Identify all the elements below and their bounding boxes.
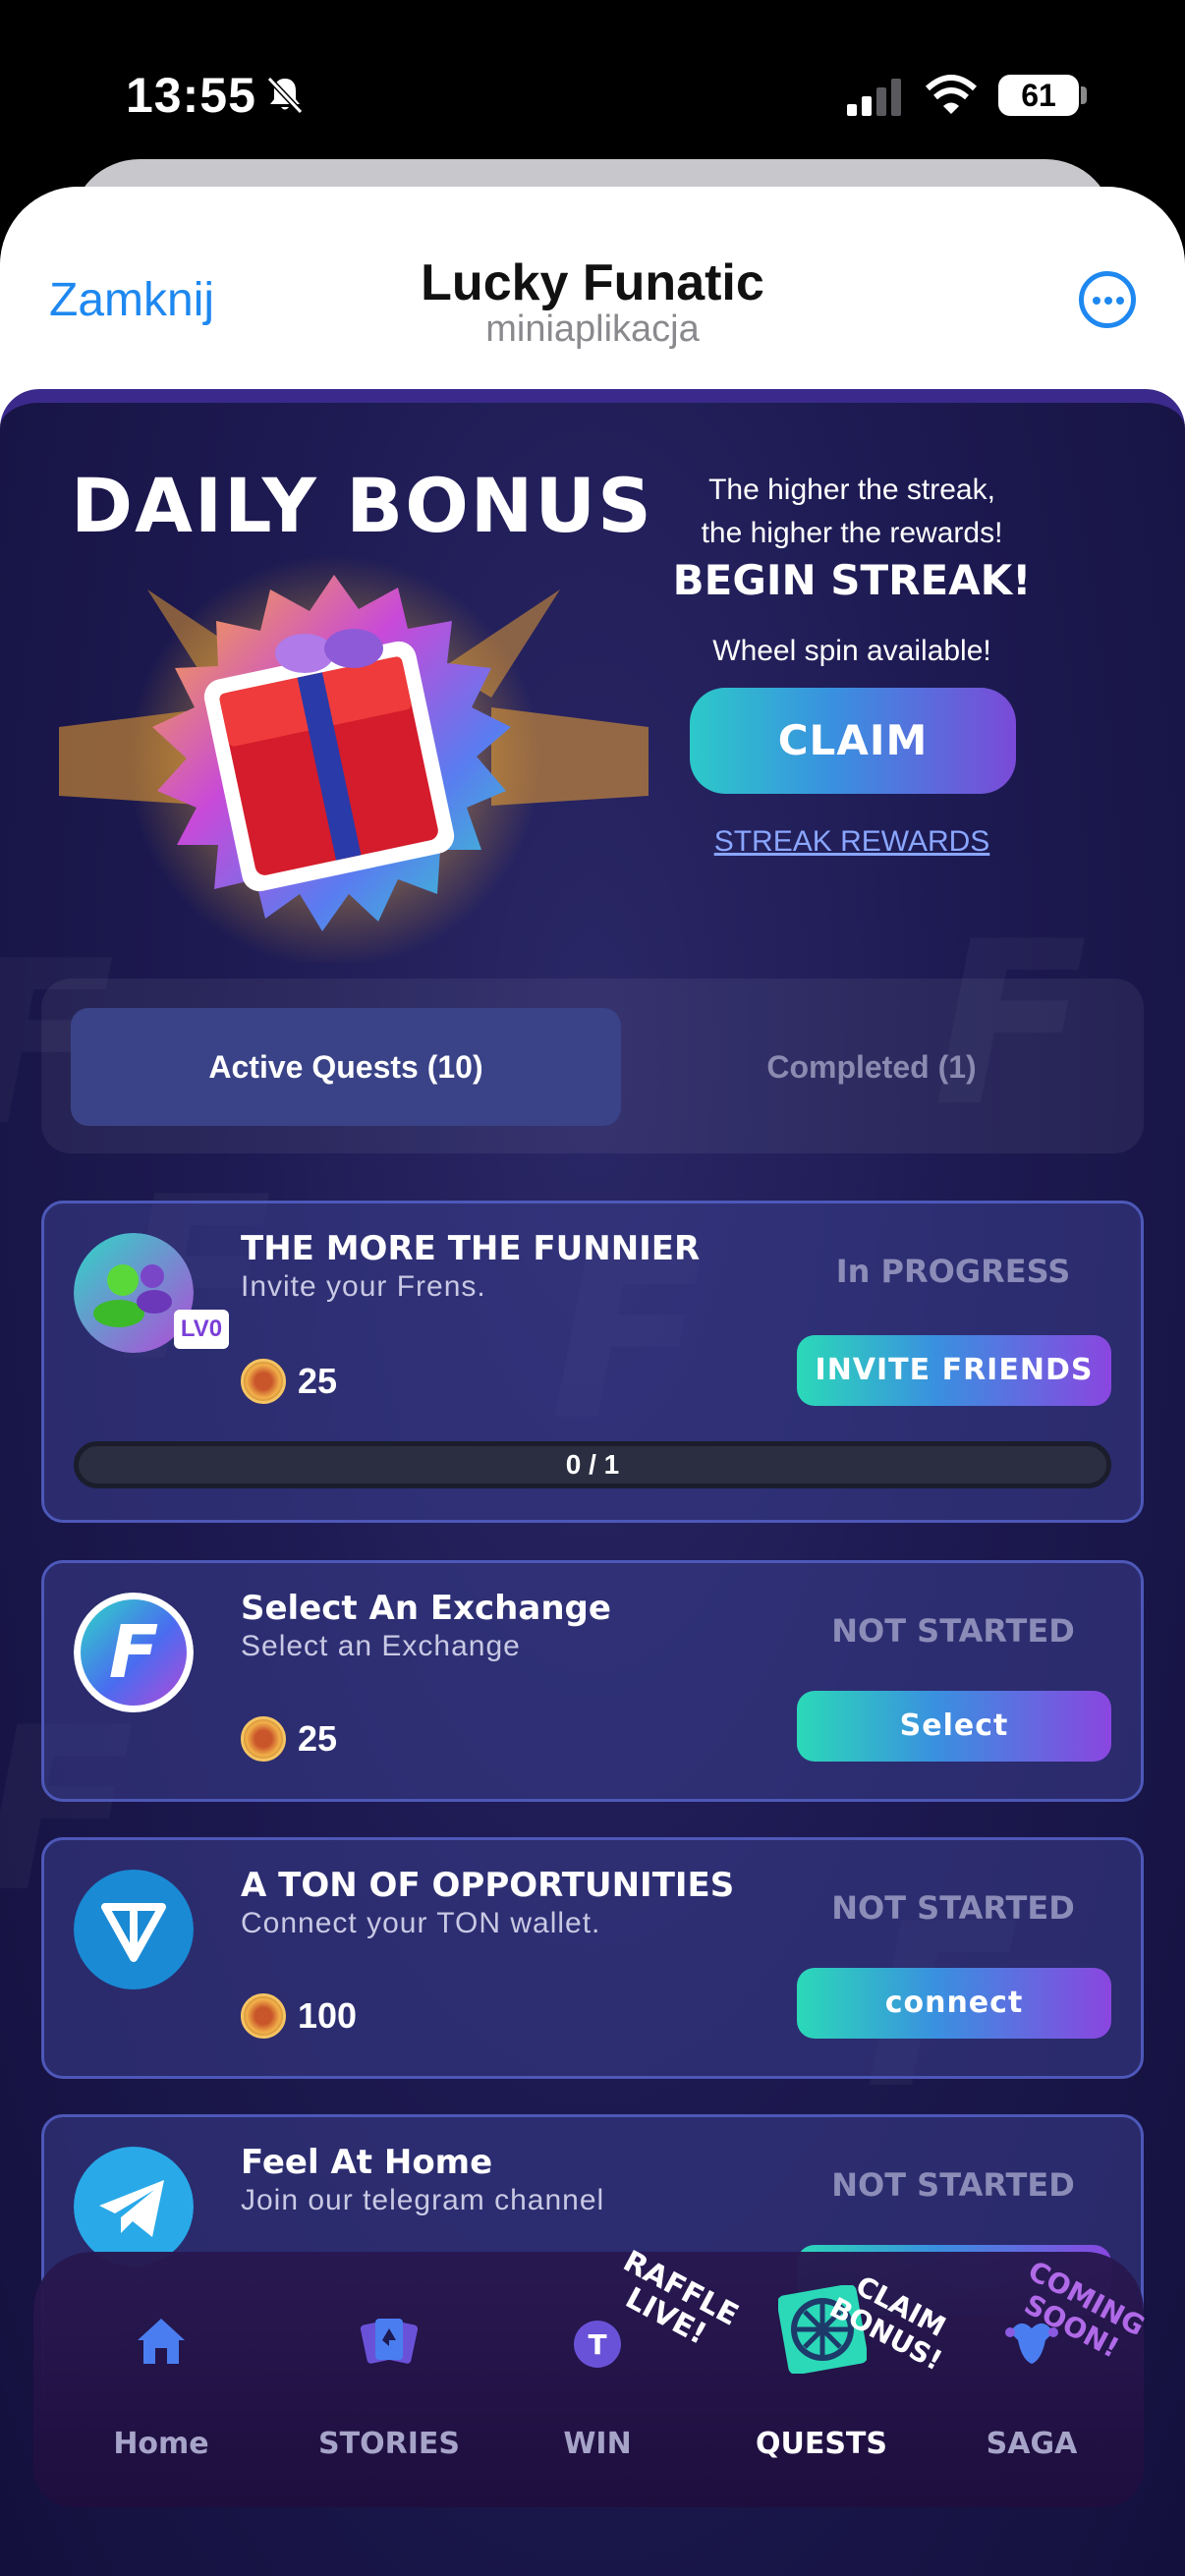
- battery-tip: [1081, 86, 1087, 104]
- mini-app-sheet: Zamknij Lucky Funatic miniaplikacja F F …: [0, 187, 1185, 2576]
- status-bar: 13:55 61: [0, 0, 1185, 167]
- svg-text:F: F: [109, 1610, 159, 1695]
- quest-progress-bar: 0 / 1: [74, 1441, 1111, 1488]
- quest-status: In PROGRESS: [835, 1253, 1071, 1290]
- svg-text:T: T: [588, 2328, 606, 2361]
- app-content: F F F F F F DAILY BONUS: [0, 389, 1185, 2576]
- coin-icon: [241, 1993, 286, 2039]
- wifi-icon: [925, 75, 978, 114]
- begin-streak-label: BEGIN STREAK!: [672, 556, 1032, 604]
- sheet-header: Zamknij Lucky Funatic miniaplikacja: [0, 187, 1185, 389]
- bottom-nav: Home STORIES T WIN QUESTS SAGA RAFFLE LI…: [33, 2244, 1150, 2507]
- quest-card: F Select An Exchange Select an Exchange …: [41, 1560, 1144, 1802]
- tab-completed[interactable]: Completed (1): [631, 1008, 1112, 1126]
- reward-value: 25: [298, 1361, 338, 1401]
- bell-slash-icon: [266, 76, 304, 115]
- streak-rewards-link[interactable]: STREAK REWARDS: [639, 825, 1065, 859]
- nav-label: WIN: [563, 2427, 632, 2461]
- nav-item-win[interactable]: T WIN: [509, 2311, 686, 2478]
- cards-icon: [360, 2319, 419, 2364]
- exchange-logo-icon: F: [74, 1593, 194, 1712]
- nav-label: SAGA: [986, 2427, 1078, 2461]
- status-time: 13:55: [126, 68, 256, 123]
- nav-label: Home: [113, 2427, 209, 2461]
- select-button[interactable]: Select: [797, 1691, 1111, 1762]
- app-title: Lucky Funatic: [421, 254, 764, 311]
- more-icon[interactable]: [1079, 271, 1136, 328]
- ton-coin-icon: T: [574, 2321, 621, 2368]
- quest-description: Join our telegram channel: [241, 2184, 605, 2216]
- quest-status: NOT STARTED: [831, 1612, 1075, 1650]
- connect-button[interactable]: connect: [797, 1968, 1111, 2039]
- quest-description: Connect your TON wallet.: [241, 1907, 601, 1939]
- quest-card: A TON OF OPPORTUNITIES Connect your TON …: [41, 1837, 1144, 2079]
- reward-value: 25: [298, 1718, 338, 1759]
- quest-tabs: Active Quests (10) Completed (1): [41, 979, 1144, 1153]
- wheel-spin-text: Wheel spin available!: [712, 635, 991, 667]
- quest-title: THE MORE THE FUNNIER: [241, 1229, 701, 1268]
- app-subtitle: miniaplikacja: [485, 308, 700, 350]
- home-icon: [138, 2319, 185, 2364]
- nav-label: STORIES: [318, 2427, 460, 2461]
- quest-title: Select An Exchange: [241, 1589, 611, 1628]
- coin-icon: [241, 1359, 286, 1404]
- reward-value: 100: [298, 1995, 358, 2036]
- nav-item-stories[interactable]: STORIES: [301, 2311, 478, 2478]
- battery-icon: 61: [998, 75, 1079, 116]
- quest-description: Invite your Frens.: [241, 1270, 486, 1303]
- tab-active-quests[interactable]: Active Quests (10): [71, 1008, 621, 1126]
- streak-text-line1: The higher the streak,: [708, 474, 995, 506]
- daily-bonus-title: DAILY BONUS: [71, 462, 653, 549]
- quest-status: NOT STARTED: [831, 2166, 1075, 2204]
- invite-friends-button[interactable]: INVITE FRIENDS: [797, 1335, 1111, 1406]
- quest-status: NOT STARTED: [831, 1889, 1075, 1927]
- streak-text-line2: the higher the rewards!: [701, 517, 1003, 549]
- gift-icon[interactable]: [59, 550, 649, 963]
- quest-description: Select an Exchange: [241, 1630, 521, 1662]
- coin-icon: [241, 1716, 286, 1762]
- quest-title: A TON OF OPPORTUNITIES: [241, 1866, 735, 1905]
- claim-button[interactable]: CLAIM: [690, 688, 1016, 794]
- quest-title: Feel At Home: [241, 2143, 493, 2182]
- level-badge: LV0: [174, 1310, 229, 1349]
- nav-label: QUESTS: [755, 2427, 888, 2461]
- telegram-icon: [74, 2147, 194, 2267]
- quest-card: LV0 THE MORE THE FUNNIER Invite your Fre…: [41, 1201, 1144, 1523]
- nav-item-home[interactable]: Home: [73, 2311, 250, 2478]
- ton-icon: [74, 1870, 194, 1989]
- cellular-signal-icon: [847, 79, 901, 116]
